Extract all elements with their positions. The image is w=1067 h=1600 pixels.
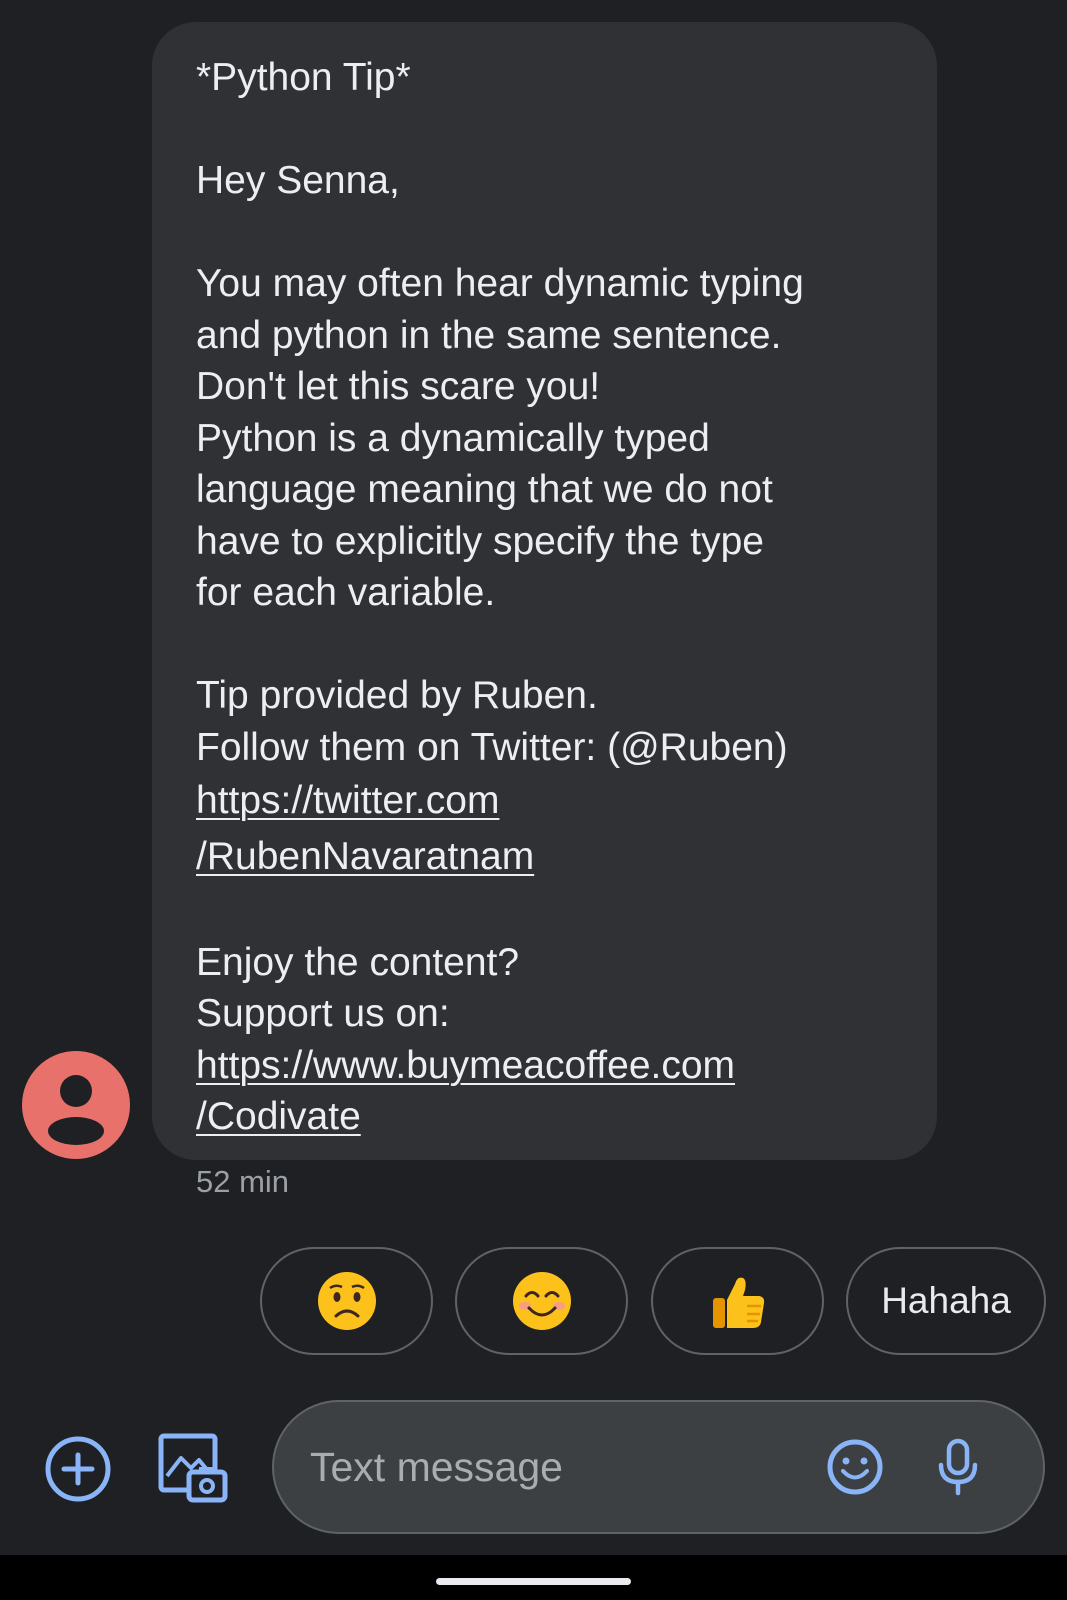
message-line: Follow them on Twitter: (@Ruben) bbox=[196, 725, 788, 769]
smart-reply-worried[interactable] bbox=[260, 1247, 433, 1355]
message-timestamp: 52 min bbox=[196, 1164, 290, 1199]
coffee-link[interactable]: https://www.buymeacoffee.com bbox=[196, 1040, 893, 1092]
message-bubble[interactable]: *Python Tip* Hey Senna, You may often he… bbox=[152, 22, 937, 1160]
worried-face-icon bbox=[317, 1272, 376, 1330]
twitter-link-cont[interactable]: /RubenNavaratnam bbox=[196, 829, 893, 885]
message-line: for each variable. bbox=[196, 571, 496, 614]
message-line: Hey Senna, bbox=[196, 159, 400, 202]
gallery-icon[interactable] bbox=[157, 1432, 229, 1504]
twitter-link-part1[interactable]: https://twitter.com bbox=[196, 779, 499, 822]
message-composer[interactable] bbox=[272, 1400, 1045, 1534]
twitter-link[interactable]: https://twitter.com bbox=[196, 773, 893, 829]
coffee-link-part2[interactable]: /Codivate bbox=[196, 1095, 361, 1138]
thumbs-up-icon bbox=[712, 1277, 764, 1328]
message-line: language meaning that we do not bbox=[196, 468, 773, 511]
smart-reply-hahaha[interactable]: Hahaha bbox=[846, 1247, 1046, 1355]
twitter-link-part2[interactable]: /RubenNavaratnam bbox=[196, 835, 534, 878]
message-line: Don't let this scare you! bbox=[196, 365, 601, 408]
message-line: and python in the same sentence. bbox=[196, 313, 782, 357]
add-icon[interactable] bbox=[44, 1435, 112, 1503]
text-message-input[interactable] bbox=[310, 1434, 790, 1500]
message-line: Python is a dynamically typed bbox=[196, 416, 710, 460]
sender-avatar[interactable] bbox=[22, 1051, 130, 1159]
message-line: have to explicitly specify the type bbox=[196, 519, 764, 563]
message-line: Support us on: bbox=[196, 992, 450, 1035]
person-icon bbox=[48, 1075, 104, 1145]
mic-icon[interactable] bbox=[936, 1438, 980, 1496]
message-line: *Python Tip* bbox=[196, 56, 411, 99]
home-gesture-handle[interactable] bbox=[436, 1578, 631, 1585]
smiling-face-icon bbox=[512, 1272, 571, 1330]
smart-reply-smile[interactable] bbox=[455, 1247, 628, 1355]
coffee-link-cont[interactable]: /Codivate bbox=[196, 1091, 893, 1143]
message-line: Tip provided by Ruben. bbox=[196, 674, 598, 717]
message-line: Enjoy the content? bbox=[196, 940, 520, 984]
message-line: You may often hear dynamic typing bbox=[196, 262, 804, 305]
emoji-icon[interactable] bbox=[826, 1438, 884, 1496]
smart-reply-thumbs-up[interactable] bbox=[651, 1247, 824, 1355]
coffee-link-part1[interactable]: https://www.buymeacoffee.com bbox=[196, 1044, 735, 1087]
